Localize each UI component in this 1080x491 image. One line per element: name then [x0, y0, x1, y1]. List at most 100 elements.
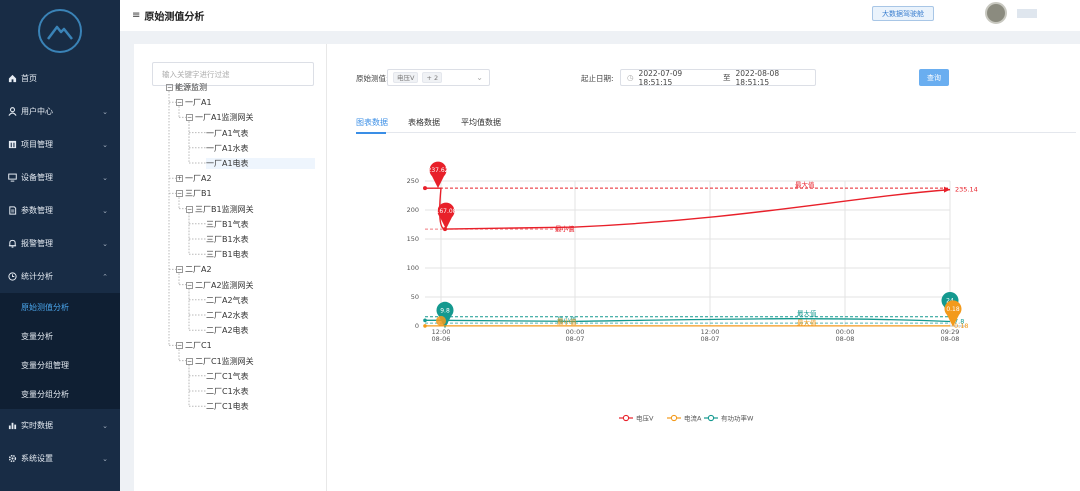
collapse-icon[interactable]: −: [186, 205, 193, 213]
top-bar: ≡ 原始测值分析 大数据驾驶舱: [120, 0, 1080, 31]
collapse-icon[interactable]: −: [186, 357, 193, 365]
sidebar-item-label: 实时数据: [21, 421, 53, 430]
sidebar-item-label: 设备管理: [21, 173, 53, 182]
home-icon: [7, 74, 17, 84]
legend-marker: [707, 414, 715, 422]
tree-node[interactable]: − 三厂B1: [176, 188, 212, 199]
tree-node-label: 三厂B1水表: [206, 235, 249, 244]
menu-toggle-icon[interactable]: ≡: [132, 10, 140, 21]
tree-root[interactable]: − 能源监测: [166, 82, 207, 93]
analysis-panel: 原始测值: 电压V + 2 ⌄ 起止日期: ◷ 2022-07-09 18:51…: [327, 44, 1080, 491]
tree-node-label: 一厂A1气表: [206, 128, 249, 138]
data-point: [423, 318, 427, 323]
chevron-down-icon: ⌄: [102, 239, 108, 248]
sidebar-item-home[interactable]: 首页: [0, 62, 120, 95]
tree-node[interactable]: 二厂A2电表: [206, 325, 249, 336]
legend-label: 电压V: [636, 414, 654, 423]
tree-node[interactable]: 一厂A1水表: [206, 143, 249, 154]
tree-node-label: 二厂A2水表: [206, 311, 249, 320]
tree-node[interactable]: 二厂A2气表: [206, 295, 249, 306]
tree-node[interactable]: + 一厂A2: [176, 173, 212, 184]
voltage-max-pin: [429, 161, 447, 189]
collapse-icon[interactable]: −: [176, 190, 183, 198]
data-point: [423, 186, 427, 191]
collapse-icon[interactable]: −: [186, 281, 193, 289]
tree-node-label: 二厂A2监测网关: [195, 280, 254, 290]
tree-node-label: 三厂B1电表: [206, 250, 249, 260]
collapse-icon[interactable]: −: [176, 99, 183, 107]
tree-node[interactable]: 二厂C1气表: [206, 371, 249, 382]
tree-node[interactable]: 二厂A2水表: [206, 310, 249, 321]
sidebar-item-settings[interactable]: 系统设置 ⌄: [0, 442, 120, 475]
username-placeholder[interactable]: [1017, 9, 1037, 18]
tree-node[interactable]: − 二厂A2监测网关: [186, 280, 254, 291]
data-point: [423, 324, 427, 328]
chevron-down-icon: ⌄: [102, 173, 108, 182]
pin-label: 167.08: [436, 208, 457, 215]
x-tick-label: 08-06: [432, 335, 451, 343]
page-title: 原始测值分析: [144, 12, 205, 23]
user-icon: [7, 107, 17, 117]
current-max-label: 最大值: [797, 318, 817, 327]
y-tick-label: 50: [411, 293, 419, 301]
gear-icon: [7, 454, 17, 464]
document-icon: [7, 206, 17, 216]
tree-node[interactable]: − 二厂A2: [176, 264, 212, 275]
collapse-icon[interactable]: −: [176, 342, 183, 350]
sidebar-subitem-raw-analysis[interactable]: 原始测值分析: [0, 293, 120, 322]
collapse-icon[interactable]: −: [166, 84, 173, 91]
tree-node-label: 二厂C1电表: [206, 402, 249, 412]
tree-node[interactable]: 一厂A1电表: [206, 158, 315, 169]
avatar[interactable]: [985, 2, 1007, 24]
tree-node[interactable]: − 三厂B1监测网关: [186, 204, 254, 215]
x-tick-label: 08-07: [701, 335, 720, 343]
collapse-icon[interactable]: −: [176, 266, 183, 274]
voltage-min-pin: [437, 202, 455, 230]
sidebar-item-label: 系统设置: [21, 454, 53, 463]
y-tick-label: 250: [407, 177, 419, 185]
line-chart: 05010015020025012:0008-0600:0008-0712:00…: [407, 161, 978, 423]
sidebar-item-realtime[interactable]: 实时数据 ⌄: [0, 409, 120, 442]
tree-node[interactable]: − 一厂A1: [176, 97, 212, 108]
sidebar-item-label: 统计分析: [21, 272, 53, 281]
sidebar-item-label: 参数管理: [21, 206, 53, 215]
series-power-line: [425, 318, 951, 323]
tree-node-label: 二厂C1: [185, 341, 212, 351]
tree-node[interactable]: − 二厂C1: [176, 340, 212, 351]
sidebar-subitem-group-management[interactable]: 变量分组管理: [0, 351, 120, 380]
legend-label: 电流A: [684, 414, 702, 423]
tree-node-label: 一厂A1监测网关: [195, 113, 254, 123]
voltage-min-label: 最小值: [555, 224, 575, 233]
sidebar-item-user-center[interactable]: 用户中心 ⌄: [0, 95, 120, 128]
sidebar-subitem-variable-analysis[interactable]: 变量分析: [0, 322, 120, 351]
arrow-icon: [944, 186, 950, 193]
tree-node[interactable]: − 二厂C1监测网关: [186, 356, 254, 367]
sidebar-item-devices[interactable]: 设备管理 ⌄: [0, 161, 120, 194]
chevron-up-icon: ⌃: [102, 272, 108, 281]
sidebar-item-statistics[interactable]: 统计分析 ⌃: [0, 260, 120, 293]
sidebar-subitem-group-analysis[interactable]: 变量分组分析: [0, 380, 120, 409]
sidebar-item-parameters[interactable]: 参数管理 ⌄: [0, 194, 120, 227]
sidebar-item-alarms[interactable]: 报警管理 ⌄: [0, 227, 120, 260]
sidebar-item-label: 首页: [21, 74, 37, 83]
tree-node[interactable]: 三厂B1水表: [206, 234, 249, 245]
pin-label: 237.62: [428, 167, 449, 174]
tree-node[interactable]: 二厂C1水表: [206, 386, 249, 397]
tree-node[interactable]: 一厂A1气表: [206, 128, 249, 139]
expand-icon[interactable]: +: [176, 175, 183, 183]
tree-node-label: 一厂A2: [185, 174, 212, 184]
collapse-icon[interactable]: −: [186, 114, 193, 122]
chevron-down-icon: ⌄: [102, 140, 108, 149]
monitor-icon: [7, 173, 17, 183]
x-tick-label: 08-08: [836, 335, 855, 343]
tree-node[interactable]: 二厂C1电表: [206, 401, 249, 412]
current-start-marker: [436, 315, 446, 326]
sidebar-item-projects[interactable]: 项目管理 ⌄: [0, 128, 120, 161]
device-tree-panel: 输入关键字进行过滤 − 能源监测 − 一厂A1− 一厂A1监测网关 一厂A1气表 一厂A1水…: [134, 44, 327, 491]
bigscreen-button[interactable]: 大数据驾驶舱: [872, 6, 934, 21]
tree-node[interactable]: 三厂B1电表: [206, 249, 249, 260]
tree-node[interactable]: − 一厂A1监测网关: [186, 112, 254, 123]
tree-node[interactable]: 三厂B1气表: [206, 219, 249, 230]
tree-node-label: 二厂A2: [185, 265, 212, 275]
y-tick-label: 0: [415, 322, 419, 330]
